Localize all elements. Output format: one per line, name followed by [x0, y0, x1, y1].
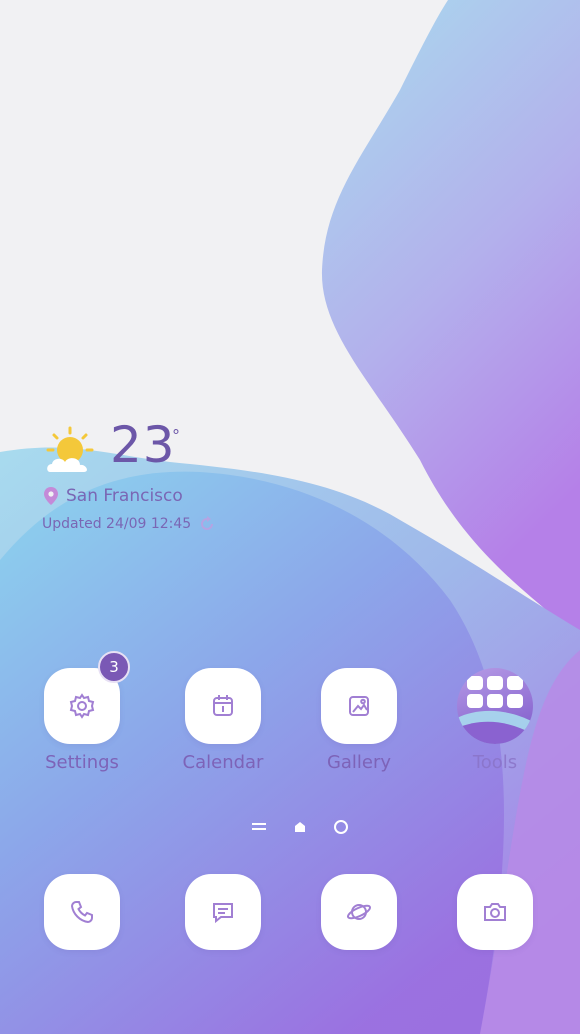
app-label: Gallery: [326, 752, 392, 773]
app-tile: [321, 668, 397, 744]
dock-camera[interactable]: [457, 874, 533, 950]
phone-icon: [70, 901, 93, 924]
updated-row: Updated 24/09 12:45: [42, 516, 215, 532]
gear-icon: [69, 693, 95, 719]
refresh-icon[interactable]: [199, 516, 215, 532]
folder-app-thumb: [487, 676, 503, 690]
message-icon: [213, 903, 233, 924]
location-row: San Francisco: [44, 486, 183, 506]
location-name: San Francisco: [66, 486, 183, 506]
page-indicator-home-icon[interactable]: [294, 821, 306, 833]
app-label: Settings: [45, 752, 119, 773]
folder-app-thumb: [507, 676, 523, 690]
updated-time: Updated 24/09 12:45: [42, 516, 192, 532]
temperature: 23: [110, 416, 176, 474]
dock-phone[interactable]: [44, 874, 120, 950]
browser-icon: [346, 904, 372, 920]
camera-icon: [484, 903, 506, 921]
folder-wave: [457, 710, 533, 744]
app-calendar[interactable]: Calendar: [168, 668, 278, 773]
app-gallery[interactable]: Gallery: [304, 668, 414, 773]
notification-badge: 3: [98, 651, 130, 683]
weather-widget[interactable]: 23 ° San Francisco Updated 24/09 12:45: [42, 416, 304, 550]
app-label: Tools: [472, 752, 518, 773]
app-tile: [185, 668, 261, 744]
dock-messages[interactable]: [185, 874, 261, 950]
dock-browser[interactable]: [321, 874, 397, 950]
app-settings[interactable]: Settings: [27, 668, 137, 773]
image-icon: [349, 696, 369, 716]
app-tools-folder[interactable]: Tools: [440, 668, 550, 773]
calendar-icon: [213, 695, 233, 716]
temperature-unit: °: [172, 426, 180, 445]
folder-icon: [457, 668, 533, 744]
location-pin-icon: [44, 487, 58, 505]
page-indicator-dot[interactable]: [334, 820, 348, 834]
home-screen: 23 ° San Francisco Updated 24/09 12:45 S…: [0, 0, 580, 1034]
app-label: Calendar: [182, 752, 264, 773]
partly-sunny-icon: [46, 426, 94, 472]
page-indicator-list-icon[interactable]: [252, 822, 266, 832]
folder-app-thumb: [467, 676, 483, 690]
